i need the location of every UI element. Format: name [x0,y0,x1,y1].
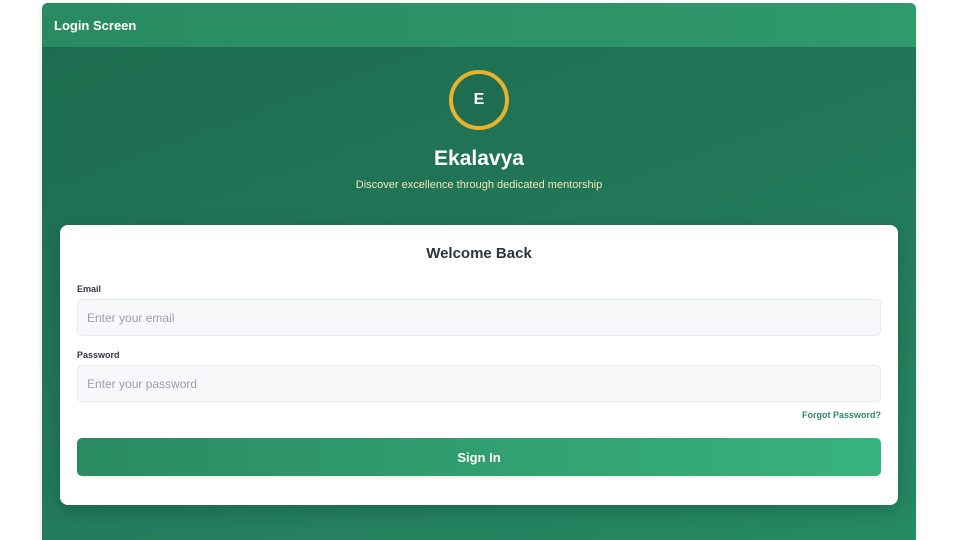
login-window: Login Screen E Ekalavya Discover excelle… [42,3,916,540]
window-title: Login Screen [54,17,137,33]
email-input[interactable] [77,299,881,336]
forgot-password-link[interactable]: Forgot Password? [802,410,881,420]
password-label: Password [77,350,120,360]
login-card: Welcome Back Email Password Forgot Passw… [60,225,898,505]
logo-letter: E [473,91,485,108]
brand-tagline: Discover excellence through dedicated me… [355,179,603,191]
card-title: Welcome Back [426,245,532,262]
title-bar: Login Screen [42,3,916,47]
brand-logo-icon: E [449,70,509,130]
email-label: Email [77,284,102,294]
sign-in-button[interactable]: Sign In [77,438,881,476]
brand-name: Ekalavya [434,147,524,170]
password-input[interactable] [77,365,881,402]
